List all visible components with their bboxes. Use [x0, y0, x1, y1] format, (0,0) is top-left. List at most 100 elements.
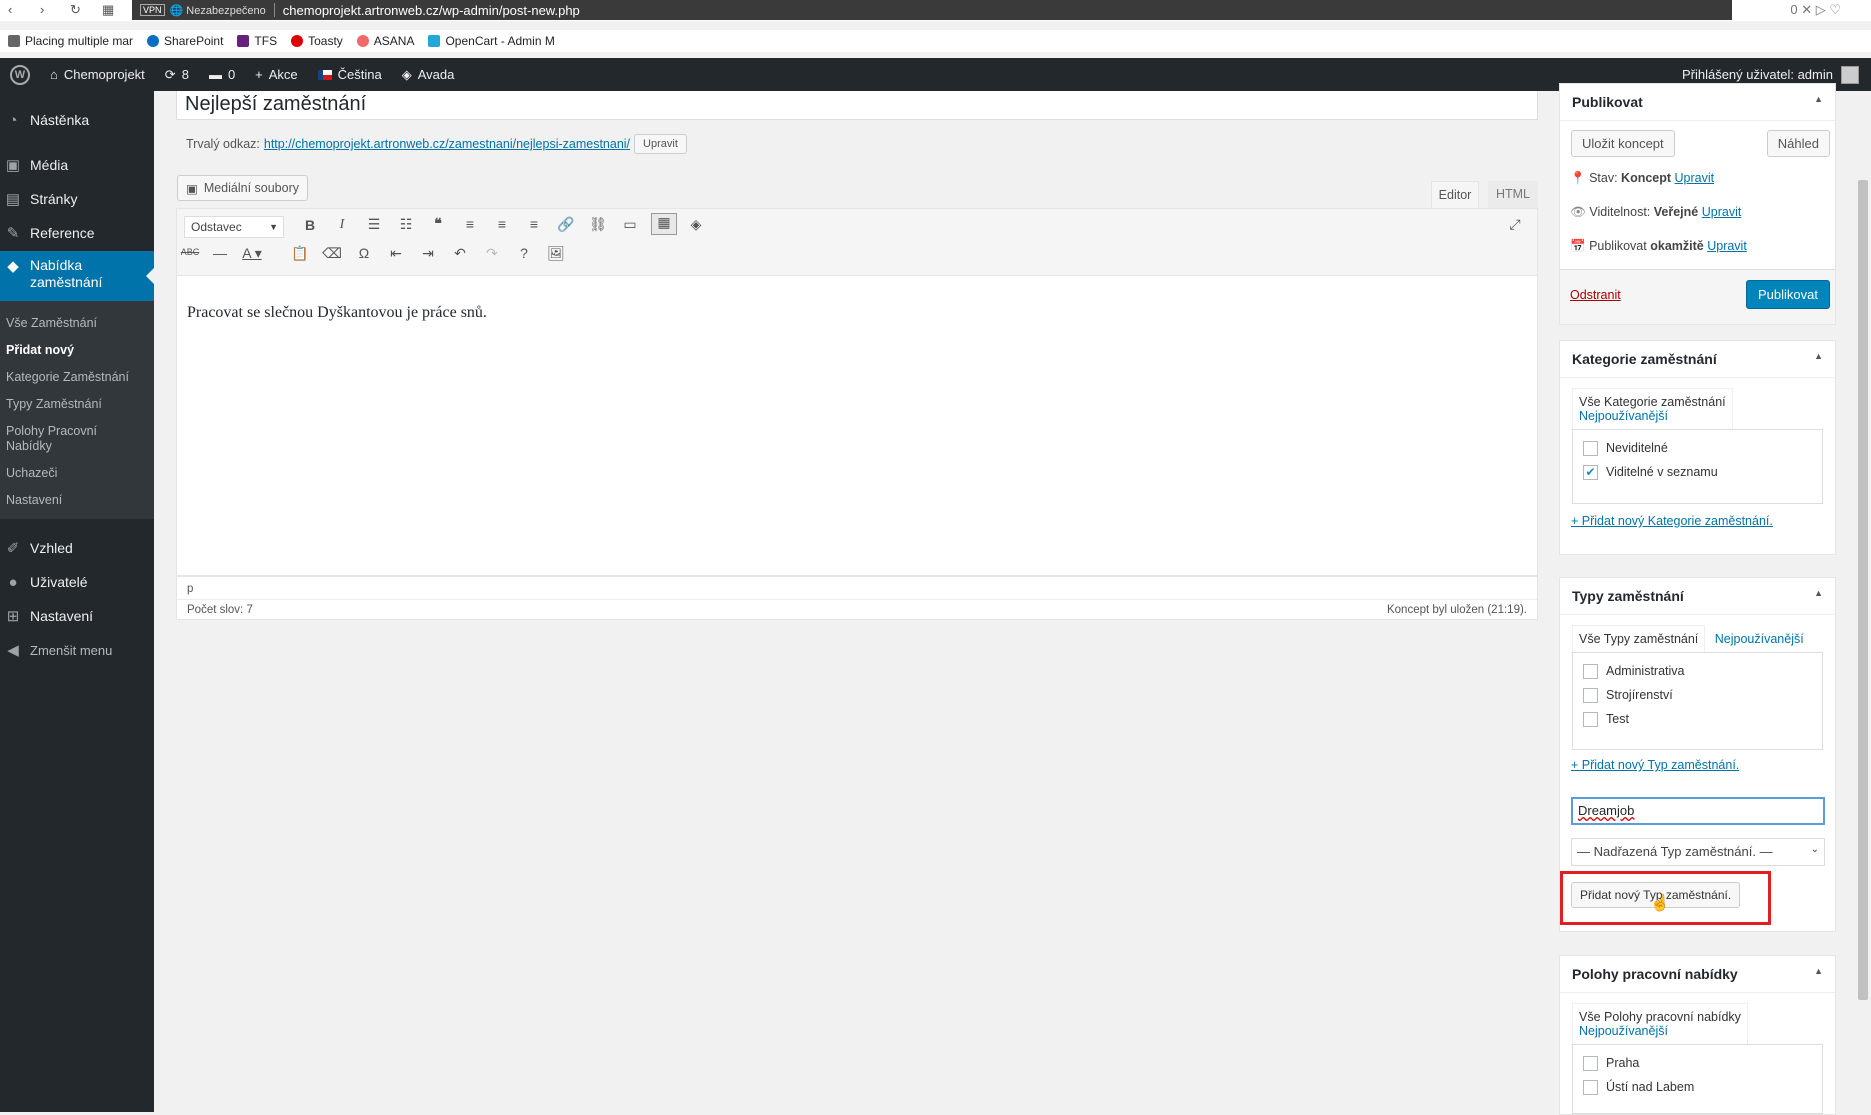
back-icon[interactable]: ‹: [8, 2, 12, 17]
sidebar-collapse[interactable]: ◀ Zmenšit menu: [0, 635, 154, 665]
language-menu[interactable]: Čeština: [308, 58, 392, 91]
tab-all-locations[interactable]: Vše Polohy pracovní nabídky Nejpoužívaněj…: [1572, 1003, 1748, 1044]
avada-shortcode-icon[interactable]: ◈: [685, 216, 707, 233]
updates-menu[interactable]: ⟳ 8: [155, 58, 199, 91]
permalink-edit-button[interactable]: Upravit: [634, 134, 687, 154]
fullscreen-icon[interactable]: ⤢: [1504, 216, 1526, 233]
read-more-icon[interactable]: ▭: [619, 216, 641, 233]
collapse-arrow-icon[interactable]: ▲: [1814, 351, 1823, 367]
visibility-edit-link[interactable]: Upravit: [1702, 205, 1742, 219]
tab-popular-types[interactable]: Nejpoužívanější: [1715, 632, 1804, 646]
strikethrough-icon[interactable]: ABC: [179, 247, 201, 257]
publish-box-header[interactable]: Publikovat ▲: [1560, 84, 1835, 121]
format-select[interactable]: Odstavec ▼: [184, 216, 284, 238]
horizontal-line-icon[interactable]: —: [209, 245, 231, 261]
new-content-menu[interactable]: + Akce: [245, 58, 308, 91]
category-item[interactable]: Neviditelné: [1583, 436, 1812, 460]
collapse-arrow-icon[interactable]: ▲: [1814, 94, 1823, 110]
sidebar-item-pages[interactable]: ▤ Stránky: [0, 184, 154, 214]
blockquote-icon[interactable]: ❝: [427, 215, 449, 232]
redo-icon[interactable]: ↷: [481, 245, 503, 262]
align-right-icon[interactable]: ≡: [523, 216, 545, 232]
submenu-item-types[interactable]: Typy Zaměstnání: [6, 397, 102, 411]
preview-button[interactable]: Náhled: [1766, 130, 1830, 157]
tab-popular-categories[interactable]: Nejpoužívanější: [1579, 409, 1668, 423]
special-character-icon[interactable]: Ω: [353, 245, 375, 261]
collapse-arrow-icon[interactable]: ▲: [1814, 588, 1823, 604]
avada-menu[interactable]: ◈ Avada: [392, 58, 465, 91]
locations-box-header[interactable]: Polohy pracovní nabídky ▲: [1560, 956, 1835, 993]
clear-formatting-icon[interactable]: ⌫: [321, 245, 343, 262]
checkbox[interactable]: [1583, 440, 1598, 456]
forward-icon[interactable]: ›: [40, 2, 44, 17]
user-account-menu[interactable]: Přihlášený uživatel: admin: [1682, 65, 1871, 84]
wp-logo-menu[interactable]: W: [0, 58, 40, 91]
tab-all-categories[interactable]: Vše Kategorie zaměstnání Nejpoužívanější: [1572, 388, 1733, 429]
add-category-link[interactable]: + Přidat nový Kategorie zaměstnání.: [1571, 514, 1773, 528]
sidebar-item-appearance[interactable]: ✐ Vzhled: [0, 533, 154, 563]
toolbar-toggle-icon[interactable]: ▦: [651, 213, 677, 235]
checkbox[interactable]: [1583, 687, 1598, 703]
submenu-item-applicants[interactable]: Uchazeči: [6, 466, 57, 480]
post-title-input[interactable]: Nejlepší zaměstnání: [176, 91, 1538, 120]
numbered-list-icon[interactable]: ☷: [395, 216, 417, 233]
bookmark-item[interactable]: Toasty: [291, 34, 343, 48]
undo-icon[interactable]: ↶: [449, 245, 471, 262]
checkbox[interactable]: [1583, 711, 1598, 727]
element-path[interactable]: p: [187, 583, 193, 595]
url-text[interactable]: chemoprojekt.artronweb.cz/wp-admin/post-…: [283, 3, 580, 18]
permalink-link[interactable]: http://chemoprojekt.artronweb.cz/zamestn…: [264, 137, 630, 151]
browser-extension-icons[interactable]: 0 ✕ ▷ ♡: [1790, 2, 1841, 18]
category-item[interactable]: ✔ Viditelné v seznamu: [1583, 460, 1812, 484]
help-icon[interactable]: ?: [513, 245, 535, 261]
schedule-edit-link[interactable]: Upravit: [1707, 239, 1747, 253]
bookmark-item[interactable]: SharePoint: [147, 34, 223, 48]
link-icon[interactable]: 🔗: [555, 216, 577, 233]
sidebar-item-media[interactable]: ▣ Média: [0, 150, 154, 180]
paste-text-icon[interactable]: 📋: [289, 245, 311, 262]
align-left-icon[interactable]: ≡: [459, 216, 481, 232]
tab-popular-locations[interactable]: Nejpoužívanější: [1579, 1024, 1668, 1038]
sidebar-item-users[interactable]: ● Uživatelé: [0, 567, 154, 597]
collapse-arrow-icon[interactable]: ▲: [1814, 966, 1823, 982]
submenu-item-settings[interactable]: Nastavení: [6, 493, 62, 507]
page-scrollbar[interactable]: [1858, 180, 1868, 1000]
checkbox-checked[interactable]: ✔: [1583, 464, 1598, 480]
unlink-icon[interactable]: ⛓: [587, 216, 609, 233]
tab-editor[interactable]: Editor: [1431, 181, 1479, 208]
comments-menu[interactable]: ▬ 0: [199, 58, 245, 91]
new-type-input[interactable]: Dreamjob: [1571, 797, 1825, 825]
checkbox[interactable]: [1583, 1079, 1598, 1095]
vpn-badge[interactable]: VPN: [140, 4, 165, 16]
type-item[interactable]: Administrativa: [1583, 659, 1812, 683]
add-type-link[interactable]: + Přidat nový Typ zaměstnání.: [1571, 758, 1739, 772]
reload-icon[interactable]: ↻: [70, 2, 81, 18]
editor-content-area[interactable]: Pracovat se slečnou Dyškantovou je práce…: [176, 276, 1538, 576]
sidebar-item-job-offers[interactable]: ◆ Nabídka zaměstnání: [0, 251, 154, 301]
bookmark-item[interactable]: TFS: [237, 34, 277, 48]
submenu-item-categories[interactable]: Kategorie Zaměstnání: [6, 370, 129, 384]
checkbox[interactable]: [1583, 1055, 1598, 1071]
submenu-item-locations[interactable]: Polohy Pracovní Nabídky: [6, 424, 116, 454]
submenu-item-add-new[interactable]: Přidat nový: [6, 343, 74, 357]
tabs-grid-icon[interactable]: ▦: [102, 2, 114, 18]
insert-image-icon[interactable]: 🖼: [545, 245, 567, 262]
bookmark-item[interactable]: Placing multiple mar: [8, 34, 133, 48]
categories-box-header[interactable]: Kategorie zaměstnání ▲: [1560, 341, 1835, 378]
bullet-list-icon[interactable]: ☰: [363, 216, 385, 233]
type-item[interactable]: Strojírenství: [1583, 683, 1812, 707]
align-center-icon[interactable]: ≡: [491, 216, 513, 232]
site-name-menu[interactable]: ⌂ Chemoprojekt: [40, 58, 155, 91]
sidebar-item-reference[interactable]: ✎ Reference: [0, 218, 154, 248]
add-media-button[interactable]: ▣ Mediální soubory: [177, 175, 309, 201]
address-bar[interactable]: VPN 🌐 Nezabezpečeno chemoprojekt.artronw…: [132, 0, 1732, 20]
bookmark-item[interactable]: OpenCart - Admin M: [428, 34, 555, 48]
location-item[interactable]: Praha: [1583, 1051, 1812, 1075]
outdent-icon[interactable]: ⇤: [385, 245, 407, 262]
tab-html[interactable]: HTML: [1488, 181, 1538, 208]
italic-icon[interactable]: I: [331, 217, 353, 233]
parent-type-select[interactable]: — Nadřazená Typ zaměstnání. — ⌄: [1571, 838, 1825, 866]
sidebar-item-dashboard[interactable]: ◔ Nástěnka: [0, 105, 154, 135]
indent-icon[interactable]: ⇥: [417, 245, 439, 262]
publish-button[interactable]: Publikovat: [1746, 280, 1830, 309]
